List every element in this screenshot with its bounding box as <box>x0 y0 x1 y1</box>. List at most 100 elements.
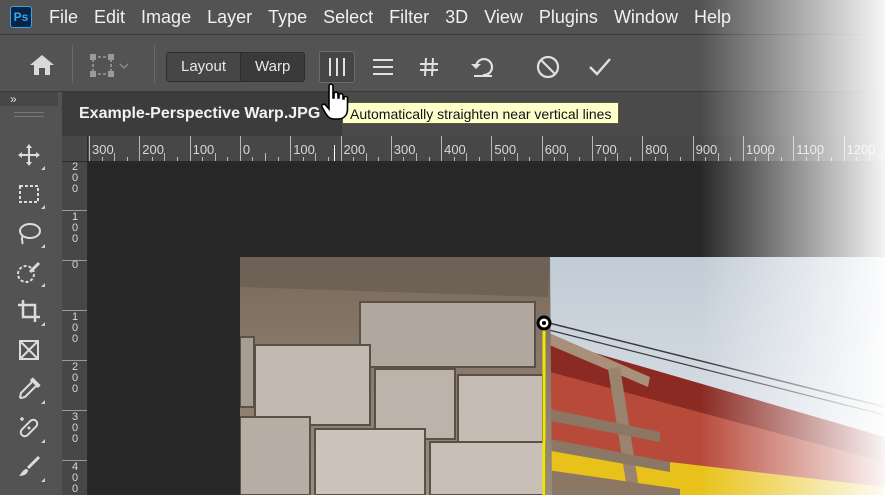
crop-icon <box>18 300 40 322</box>
ruler-label: 700 <box>595 142 617 157</box>
ruler-minor-tick <box>114 153 116 161</box>
ruler-minor-tick <box>202 157 204 161</box>
menu-layer[interactable]: Layer <box>207 7 252 28</box>
ruler-minor-tick <box>529 157 531 161</box>
menu-edit[interactable]: Edit <box>94 7 125 28</box>
ruler-origin[interactable] <box>62 136 88 162</box>
ruler-major-tick <box>340 136 342 161</box>
brush-tool[interactable] <box>12 450 46 484</box>
ruler-minor-tick <box>365 153 367 161</box>
ruler-major-tick <box>390 136 392 161</box>
chevron-down-icon <box>119 63 129 70</box>
ruler-major-tick <box>189 136 191 161</box>
auto-straighten-horizontal-button[interactable] <box>365 51 401 83</box>
more-tools-indicator <box>41 478 45 482</box>
ruler-minor-tick <box>151 157 153 161</box>
ruler-label: 2 0 0 <box>71 361 79 395</box>
menu-bar: Ps File Edit Image Layer Type Select Fil… <box>0 0 885 34</box>
marquee-tool[interactable] <box>12 177 46 211</box>
frame-tool[interactable] <box>12 333 46 367</box>
ruler-label: 1 0 0 <box>71 311 79 345</box>
commit-icon <box>589 58 611 76</box>
menu-image[interactable]: Image <box>141 7 191 28</box>
ruler-minor-tick <box>805 157 807 161</box>
ruler-minor-tick <box>705 157 707 161</box>
ruler-minor-tick <box>378 157 380 161</box>
auto-grid-icon <box>420 57 438 77</box>
vertical-ruler[interactable]: 2 0 0 1 0 0 0 1 0 0 2 0 0 3 0 0 4 0 0 <box>62 162 88 495</box>
ruler-minor-tick <box>164 153 166 161</box>
remove-warp-button[interactable] <box>465 51 501 83</box>
cancel-button[interactable] <box>530 51 566 83</box>
document-tab[interactable]: Example-Perspective Warp.JPG <box>62 92 342 136</box>
more-tools-indicator <box>41 400 45 404</box>
brush-icon <box>19 455 41 476</box>
home-button[interactable] <box>28 53 56 77</box>
photoshop-logo[interactable]: Ps <box>10 6 32 28</box>
building-photo <box>240 257 885 495</box>
menu-select[interactable]: Select <box>323 7 373 28</box>
ruler-label: 500 <box>494 142 517 157</box>
menu-file[interactable]: File <box>49 7 78 28</box>
ruler-minor-tick <box>503 157 505 161</box>
tool-preset-picker[interactable] <box>88 51 144 81</box>
ruler-label: 400 <box>444 142 466 157</box>
healing-brush-tool[interactable] <box>12 411 46 445</box>
more-tools-indicator <box>41 205 45 209</box>
cursor-position-marker <box>334 145 335 161</box>
ruler-label: 300 <box>92 142 114 157</box>
undo-icon <box>471 58 494 77</box>
ruler-minor-tick <box>415 153 417 161</box>
ruler-label: 1200 <box>846 142 876 157</box>
menu-plugins[interactable]: Plugins <box>539 7 598 28</box>
eyedropper-tool[interactable] <box>12 372 46 406</box>
quick-selection-tool[interactable] <box>12 255 46 289</box>
ruler-major-tick <box>239 136 241 161</box>
ruler-major-tick <box>742 136 744 161</box>
menu-help[interactable]: Help <box>694 7 731 28</box>
more-tools-indicator <box>41 283 45 287</box>
ruler-minor-tick <box>177 157 179 161</box>
ruler-minor-tick <box>466 153 468 161</box>
ruler-minor-tick <box>227 157 229 161</box>
menu-window[interactable]: Window <box>614 7 678 28</box>
move-tool[interactable] <box>12 138 46 172</box>
document-image[interactable] <box>240 257 885 495</box>
more-tools-indicator <box>41 244 45 248</box>
lasso-tool[interactable] <box>12 216 46 250</box>
ruler-minor-tick <box>516 153 518 161</box>
ruler-label: 600 <box>544 142 567 157</box>
more-tools-indicator <box>41 439 45 443</box>
ruler-label: 1000 <box>745 142 775 157</box>
ruler-minor-tick <box>265 153 267 161</box>
ruler-minor-tick <box>730 157 732 161</box>
ruler-minor-tick <box>214 153 216 161</box>
warp-mode-button[interactable]: Warp <box>240 53 305 81</box>
grip-icon[interactable] <box>14 112 44 117</box>
ruler-minor-tick <box>478 157 480 161</box>
menu-view[interactable]: View <box>484 7 523 28</box>
auto-straighten-both-button[interactable] <box>411 51 447 83</box>
layout-mode-button[interactable]: Layout <box>167 53 241 81</box>
crop-tool[interactable] <box>12 294 46 328</box>
auto-straighten-vertical-button[interactable] <box>319 51 355 83</box>
horizontal-ruler[interactable]: 300 200 100 0 100 200 300 400 500 600 700 800 900 100… <box>62 136 885 162</box>
ruler-minor-tick <box>566 153 568 161</box>
ruler-minor-tick <box>654 157 656 161</box>
hand-cursor-icon <box>320 82 350 122</box>
tools-panel: » <box>0 92 58 495</box>
menu-3d[interactable]: 3D <box>445 7 468 28</box>
collapse-panel-icon[interactable]: » <box>10 92 17 106</box>
ruler-major-tick <box>89 136 90 161</box>
cancel-icon <box>536 55 560 79</box>
ruler-major-tick <box>290 136 292 161</box>
menu-filter[interactable]: Filter <box>389 7 429 28</box>
ruler-major-tick <box>441 136 443 161</box>
healing-brush-icon <box>19 417 39 438</box>
ruler-label: 1100 <box>796 142 825 157</box>
ruler-minor-tick <box>353 157 355 161</box>
ruler-major-tick <box>491 136 493 161</box>
auto-horizontal-icon <box>373 59 393 75</box>
menu-type[interactable]: Type <box>268 7 307 28</box>
commit-button[interactable] <box>582 51 618 83</box>
